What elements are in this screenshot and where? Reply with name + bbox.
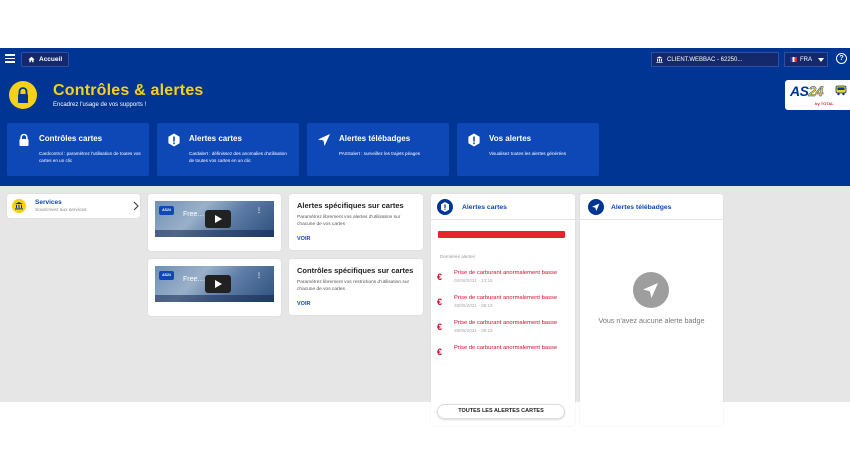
badge-alerts-panel: Alertes télébadges Vous n'avez aucune al… [580,194,723,426]
more-options-icon[interactable]: ⋮ [256,207,262,214]
specific-alerts-description: Paramétrez librement vos alertes d'utili… [297,215,401,227]
feature-title: Alertes télébadges [339,134,411,143]
video-channel-logo: AS24 [159,271,174,280]
specific-alerts-title: Alertes spécifiques sur cartes [297,201,404,210]
lock-icon [9,81,37,109]
menu-icon[interactable] [5,54,15,63]
client-selector[interactable]: CLIENT.WEBBAC - 62250... [651,52,779,67]
navigation-icon [318,134,330,146]
app-container: Accueil CLIENT.WEBBAC - 62250... FRA ? C… [0,48,850,426]
page-title: Contrôles & alertes [53,82,204,99]
feature-card-badge-alerts[interactable]: Alertes télébadges PASSalert : surveille… [307,123,449,176]
feature-description: Cardalert : définissez des anomalies d'u… [189,151,287,163]
empty-state-text: Vous n'avez aucune alerte badge [598,316,705,325]
euro-icon: € [437,347,443,357]
all-card-alerts-button[interactable]: TOUTES LES ALERTES CARTES [437,404,565,419]
page-subtitle: Encadrez l'usage de vos supports ! [53,102,147,108]
feature-card-your-alerts[interactable]: Vos alertes Visualisez toutes les alerte… [457,123,599,176]
view-specific-controls-link[interactable]: VOIR [297,301,310,307]
home-button[interactable]: Accueil [21,52,70,67]
caret-down-icon [818,57,824,62]
latest-alerts-label: Dernières alertes [440,254,475,259]
euro-icon: € [437,322,443,332]
specific-controls-title: Contrôles spécifiques sur cartes [297,266,414,275]
services-card[interactable]: Services Souscrivez aux services [7,194,140,218]
alert-icon [468,133,480,147]
alert-title: Prise de carburant anormalement basse [454,345,558,351]
alert-item[interactable]: € Prise de carburant anormalement basse … [437,320,571,338]
card-alerts-panel: Alertes cartes Dernières alertes € Prise… [431,194,575,426]
feature-title: Alertes cartes [189,134,242,143]
client-label: CLIENT.WEBBAC - 62250... [667,56,743,63]
header-banner: Accueil CLIENT.WEBBAC - 62250... FRA ? C… [0,48,850,186]
feature-title: Vos alertes [489,134,532,143]
france-flag-icon [790,57,797,62]
bank-icon [656,56,663,63]
video-card[interactable]: AS24 Free… ⋮ [148,194,281,251]
bank-icon [12,199,26,213]
more-options-icon[interactable]: ⋮ [256,272,262,279]
language-selector[interactable]: FRA [784,52,828,67]
alert-item[interactable]: € Prise de carburant anormalement basse [437,345,571,363]
chevron-right-icon [133,201,139,211]
services-title: Services [35,199,62,206]
specific-controls-card: Contrôles spécifiques sur cartes Paramét… [289,259,423,315]
euro-icon: € [437,272,443,282]
play-icon[interactable] [205,275,231,293]
alert-icon [168,133,180,147]
feature-card-card-alerts[interactable]: Alertes cartes Cardalert : définissez de… [157,123,299,176]
alert-item[interactable]: € Prise de carburant anormalement basse … [437,270,571,288]
alert-title: Prise de carburant anormalement basse [454,320,558,326]
home-icon [28,56,35,63]
alert-title: Prise de carburant anormalement basse [454,295,558,301]
feature-description: PASSalert : surveillez les trajets péage… [339,151,421,156]
video-title: Free… [183,211,205,218]
euro-icon: € [437,297,443,307]
video-thumbnail[interactable]: AS24 Free… ⋮ [155,266,274,302]
badge-alerts-title: Alertes télébadges [611,204,672,211]
alerts-status-bar [438,231,565,238]
video-channel-logo: AS24 [159,206,174,215]
video-card[interactable]: AS24 Free… ⋮ [148,259,281,316]
alert-item[interactable]: € Prise de carburant anormalement basse … [437,295,571,313]
feature-description: Cardcontrol : paramétrez l'utilisation d… [39,151,141,163]
feature-description: Visualisez toutes les alertes générées [489,151,567,156]
logo-subtitle: by TOTAL [815,101,834,106]
specific-alerts-card: Alertes spécifiques sur cartes Paramétre… [289,194,423,250]
alert-date: 28/05/2021 - 08:16 [454,328,493,333]
alert-date: 02/06/2021 - 13:16 [454,278,493,283]
services-subtitle: Souscrivez aux services [35,208,87,213]
alert-date: 28/05/2021 - 08:16 [454,303,493,308]
card-alerts-title: Alertes cartes [462,204,507,211]
specific-controls-description: Paramétrez librement vos restrictions d'… [297,280,410,292]
truck-icon [835,85,847,96]
help-icon[interactable]: ? [836,53,847,64]
feature-card-card-controls[interactable]: Contrôles cartes Cardcontrol : paramétre… [7,123,149,176]
alert-title: Prise de carburant anormalement basse [454,270,558,276]
as24-logo: AS24 by TOTAL [785,80,850,110]
home-label: Accueil [39,56,63,63]
language-label: FRA [800,56,812,63]
top-bar: Accueil CLIENT.WEBBAC - 62250... FRA ? [0,48,850,70]
navigation-icon [633,272,669,308]
video-thumbnail[interactable]: AS24 Free… ⋮ [155,201,274,237]
alert-icon [437,199,453,215]
play-icon[interactable] [205,210,231,228]
feature-title: Contrôles cartes [39,134,103,143]
navigation-icon [588,199,604,215]
view-specific-alerts-link[interactable]: VOIR [297,236,310,242]
lock-icon [19,133,29,146]
video-title: Free… [183,276,205,283]
